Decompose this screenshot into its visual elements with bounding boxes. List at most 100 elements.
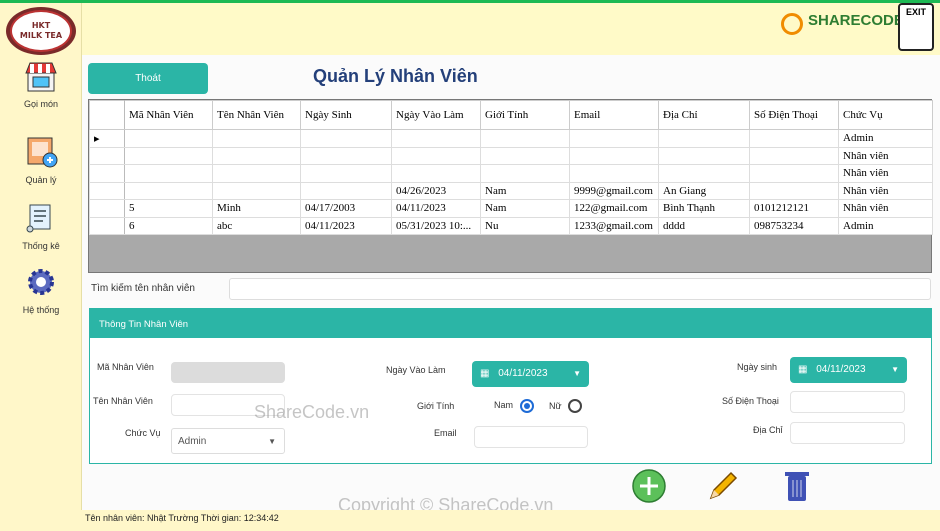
table-cell[interactable] xyxy=(480,146,570,165)
table-cell[interactable] xyxy=(569,129,659,148)
dia-chi-label: Địa Chỉ xyxy=(753,425,783,435)
table-cell[interactable]: Admin xyxy=(838,216,933,235)
sidebar-item-thong-ke[interactable]: Thống kê xyxy=(0,201,82,251)
col-header[interactable]: Địa Chỉ xyxy=(658,100,750,130)
table-cell[interactable]: Minh xyxy=(212,199,301,218)
table-cell[interactable]: 1233@gmail.com xyxy=(569,216,659,235)
nam-radio[interactable] xyxy=(520,399,534,413)
table-cell[interactable] xyxy=(212,181,301,200)
row-header-cell[interactable] xyxy=(89,199,125,218)
table-cell[interactable]: 05/31/2023 10:... xyxy=(391,216,481,235)
col-header[interactable]: Ngày Vào Làm xyxy=(391,100,481,130)
table-cell[interactable] xyxy=(124,181,213,200)
table-cell[interactable] xyxy=(658,146,750,165)
sidebar: HKT MILK TEA Gọi món Quản lý Thống kê Hệ… xyxy=(0,3,82,510)
thoat-button[interactable]: Thoát xyxy=(88,63,208,94)
col-header[interactable]: Số Điện Thoại xyxy=(749,100,839,130)
col-header[interactable]: Giới Tính xyxy=(480,100,570,130)
col-header[interactable]: Email xyxy=(569,100,659,130)
col-header[interactable]: Chức Vụ xyxy=(838,100,933,130)
dia-chi-field[interactable] xyxy=(790,422,905,444)
table-cell[interactable] xyxy=(300,129,392,148)
table-cell[interactable]: An Giang xyxy=(658,181,750,200)
table-cell[interactable] xyxy=(212,164,301,183)
gioi-tinh-label: Giới Tính xyxy=(417,401,455,411)
table-cell[interactable]: Admin xyxy=(838,129,933,148)
email-field[interactable] xyxy=(474,426,588,448)
table-cell[interactable] xyxy=(124,146,213,165)
table-cell[interactable] xyxy=(569,146,659,165)
brand-logo: HKT MILK TEA xyxy=(6,7,76,55)
chuc-vu-select[interactable]: Admin ▼ xyxy=(171,428,285,454)
table-cell[interactable] xyxy=(391,164,481,183)
table-cell[interactable] xyxy=(212,129,301,148)
table-row[interactable]: 04/26/2023 Nam 9999@gmail.com An Giang Nhân … xyxy=(89,181,933,200)
table-cell[interactable] xyxy=(749,164,839,183)
table-cell[interactable]: Nu xyxy=(480,216,570,235)
ngay-vao-lam-picker[interactable]: ▦ 04/11/2023 ▼ xyxy=(472,361,589,387)
table-cell[interactable] xyxy=(300,181,392,200)
table-cell[interactable]: 098753234 xyxy=(749,216,839,235)
table-cell[interactable] xyxy=(480,164,570,183)
table-cell[interactable]: Nhân viên xyxy=(838,164,933,183)
table-cell[interactable]: 04/11/2023 xyxy=(300,216,392,235)
table-cell[interactable]: 04/17/2003 xyxy=(300,199,392,218)
table-cell[interactable] xyxy=(124,164,213,183)
sidebar-item-he-thong[interactable]: Hệ thống xyxy=(0,265,82,315)
table-row[interactable]: ▸ Admin xyxy=(89,129,933,148)
table-cell[interactable] xyxy=(212,146,301,165)
nu-radio[interactable] xyxy=(568,399,582,413)
exit-button[interactable]: EXIT xyxy=(898,3,934,51)
table-cell[interactable] xyxy=(300,164,392,183)
col-header[interactable]: Mã Nhân Viên xyxy=(124,100,213,130)
table-cell[interactable]: Nhân viên xyxy=(838,181,933,200)
edit-button[interactable] xyxy=(705,468,741,504)
table-cell[interactable]: dddd xyxy=(658,216,750,235)
ma-nhan-vien-field xyxy=(171,362,285,383)
sidebar-item-label: Quản lý xyxy=(25,175,57,185)
table-cell[interactable] xyxy=(658,129,750,148)
table-row[interactable]: Nhân viên xyxy=(89,146,933,165)
table-row[interactable]: 6 abc 04/11/2023 05/31/2023 10:... Nu 1233@gm… xyxy=(89,216,933,235)
table-cell[interactable]: Nam xyxy=(480,199,570,218)
search-input[interactable] xyxy=(229,278,931,300)
table-cell[interactable]: 9999@gmail.com xyxy=(569,181,659,200)
row-header-cell[interactable] xyxy=(89,181,125,200)
table-cell[interactable]: abc xyxy=(212,216,301,235)
table-cell[interactable]: Nhân viên xyxy=(838,146,933,165)
table-cell[interactable] xyxy=(749,129,839,148)
table-cell[interactable] xyxy=(300,146,392,165)
row-header-cell[interactable] xyxy=(89,146,125,165)
table-cell[interactable] xyxy=(569,164,659,183)
table-row[interactable]: Nhân viên xyxy=(89,164,933,183)
row-header-cell[interactable] xyxy=(89,164,125,183)
table-cell[interactable]: 6 xyxy=(124,216,213,235)
sidebar-item-quan-ly[interactable]: Quản lý xyxy=(0,135,82,185)
table-cell[interactable]: 5 xyxy=(124,199,213,218)
table-cell[interactable] xyxy=(749,146,839,165)
sidebar-item-goi-mon[interactable]: Gọi món xyxy=(0,59,82,109)
add-button[interactable] xyxy=(631,468,667,504)
table-cell[interactable] xyxy=(124,129,213,148)
table-cell[interactable]: 0101212121 xyxy=(749,199,839,218)
employee-grid[interactable]: Mã Nhân Viên Tên Nhân Viên Ngày Sinh Ngà… xyxy=(88,99,933,273)
row-header-cell[interactable]: ▸ xyxy=(89,129,125,148)
table-cell[interactable] xyxy=(480,129,570,148)
table-cell[interactable]: 04/26/2023 xyxy=(391,181,481,200)
table-cell[interactable]: Nhân viên xyxy=(838,199,933,218)
delete-button[interactable] xyxy=(779,468,815,504)
table-row[interactable]: 5 Minh 04/17/2003 04/11/2023 Nam 122@gmail.co… xyxy=(89,199,933,218)
table-cell[interactable] xyxy=(749,181,839,200)
col-header[interactable]: Tên Nhân Viên xyxy=(212,100,301,130)
table-cell[interactable]: 122@gmail.com xyxy=(569,199,659,218)
table-cell[interactable]: Nam xyxy=(480,181,570,200)
table-cell[interactable] xyxy=(391,129,481,148)
table-cell[interactable]: 04/11/2023 xyxy=(391,199,481,218)
table-cell[interactable] xyxy=(658,164,750,183)
table-cell[interactable]: Bình Thạnh xyxy=(658,199,750,218)
col-header[interactable]: Ngày Sinh xyxy=(300,100,392,130)
ngay-sinh-picker[interactable]: ▦ 04/11/2023 ▼ xyxy=(790,357,907,383)
row-header-cell[interactable] xyxy=(89,216,125,235)
table-cell[interactable] xyxy=(391,146,481,165)
so-dien-thoai-field[interactable] xyxy=(790,391,905,413)
